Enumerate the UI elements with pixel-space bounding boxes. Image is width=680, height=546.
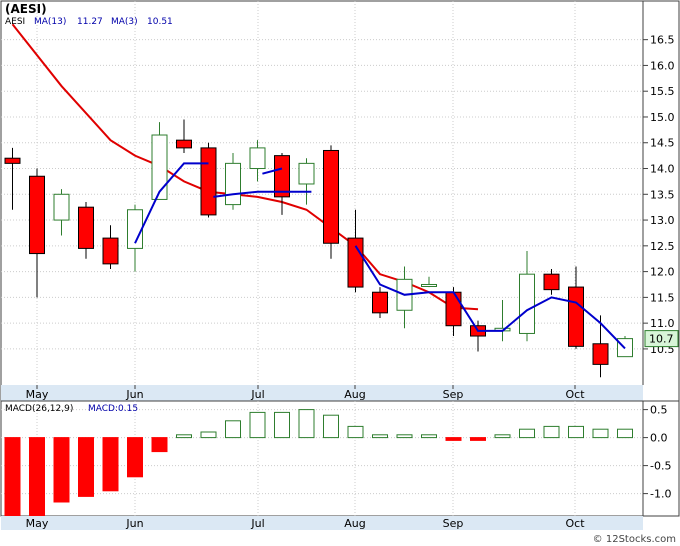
macd-bar (78, 437, 94, 497)
macd-bar (298, 409, 315, 439)
candle-body (323, 149, 339, 244)
candle-body (445, 291, 462, 327)
macd-bar (543, 425, 560, 439)
ma3-legend-value: 10.51 (147, 17, 173, 27)
macd-bar (421, 434, 437, 439)
stock-chart: 16.5 16.0 15.5 15.0 14.5 14.0 13.5 13.0 12.5 12.0… (0, 0, 680, 546)
price-y-tick-label: 12.0 (650, 266, 675, 279)
macd-bar (396, 434, 413, 439)
macd-label: MACD(26,12,9) (5, 404, 73, 414)
candle-body (176, 139, 192, 149)
candle-body (29, 175, 45, 255)
copyright: © 12Stocks.com (593, 534, 676, 545)
ticker-title: (AESI) (5, 2, 47, 16)
price-x-tick-label: Oct (565, 388, 585, 401)
macd-bar (127, 437, 143, 478)
macd-bar (102, 437, 119, 492)
macd-y-tick-label: 0.0 (650, 432, 668, 445)
candle-body (53, 193, 70, 221)
price-x-tick-label: May (26, 388, 49, 401)
macd-bar (151, 437, 168, 453)
candle-body (4, 157, 21, 164)
macd-bar (4, 437, 21, 517)
price-y-tick-label: 12.5 (650, 240, 675, 253)
macd-value-label: MACD:0.15 (88, 404, 138, 414)
ma3-legend-label: MA(3) (111, 17, 138, 27)
macd-bar (445, 437, 462, 441)
macd-y-tick-label: -0.5 (650, 460, 671, 473)
price-y-tick-label: 16.5 (650, 34, 675, 47)
candle-body (200, 147, 217, 216)
macd-bar (372, 434, 388, 439)
price-y-tick-label: 16.0 (650, 59, 675, 72)
macd-bar (592, 428, 609, 439)
price-y-tick-label: 13.5 (650, 188, 675, 201)
macd-bar (29, 437, 45, 517)
candle-body (274, 155, 290, 198)
macd-bar (470, 437, 486, 441)
candle-body (298, 162, 315, 185)
ma13-legend-label: MA(13) (34, 17, 66, 27)
last-price-label: 10.7 (649, 333, 674, 346)
price-y-tick-label: 13.0 (650, 214, 675, 227)
macd-y-tick-label: 0.5 (650, 404, 668, 417)
candle-body (78, 206, 94, 249)
candle-body (421, 283, 437, 287)
candle-body (592, 343, 609, 365)
price-x-tick-label: Jun (125, 388, 143, 401)
macd-bar (274, 411, 290, 439)
macd-bar (617, 428, 633, 439)
candle-body (249, 147, 266, 170)
candle-body (347, 237, 364, 288)
price-x-tick-label: Jul (250, 388, 264, 401)
macd-bar (519, 428, 535, 439)
candle-body (225, 162, 241, 206)
candle-body (372, 291, 388, 314)
ma13-legend-value: 11.27 (77, 17, 103, 27)
macd-x-tick-label: Jun (125, 517, 143, 530)
macd-bar (176, 434, 192, 439)
macd-y-tick-label: -1.0 (650, 488, 671, 501)
macd-bar (225, 420, 241, 439)
macd-x-tick-label: Aug (344, 517, 365, 530)
price-y-tick-label: 14.5 (650, 137, 675, 150)
price-y-tick-label: 15.5 (650, 85, 675, 98)
macd-x-tick-label: Sep (443, 517, 464, 530)
candle-body (543, 273, 560, 291)
macd-x-tick-label: May (26, 517, 49, 530)
macd-x-tick-label: Jul (250, 517, 264, 530)
candle-body (102, 237, 119, 265)
price-y-tick-label: 11.5 (650, 291, 675, 304)
price-x-axis-band (1, 385, 643, 401)
macd-x-tick-label: Oct (565, 517, 585, 530)
macd-panel: 0.5 0.0 -0.5 -1.0 May Jun Jul Aug Sep Oct MACD(2… (0, 400, 680, 530)
price-x-tick-label: Sep (443, 388, 464, 401)
macd-bar (200, 431, 217, 439)
macd-bar (323, 414, 339, 439)
macd-bar (347, 425, 364, 439)
macd-bar (568, 425, 584, 439)
legend-symbol: AESI (5, 17, 25, 27)
price-y-tick-label: 11.0 (650, 317, 675, 330)
candle-body (151, 134, 168, 200)
price-y-tick-label: 14.0 (650, 163, 675, 176)
price-panel: 16.5 16.0 15.5 15.0 14.5 14.0 13.5 13.0 12.5 12.0… (0, 0, 680, 402)
price-x-tick-label: Aug (344, 388, 365, 401)
macd-bar (53, 437, 70, 503)
candle-body (519, 273, 535, 334)
macd-bar (494, 434, 511, 439)
macd-x-axis-band (1, 516, 643, 530)
macd-bar (249, 411, 266, 439)
candle-body (568, 286, 584, 347)
price-y-tick-label: 15.0 (650, 111, 675, 124)
